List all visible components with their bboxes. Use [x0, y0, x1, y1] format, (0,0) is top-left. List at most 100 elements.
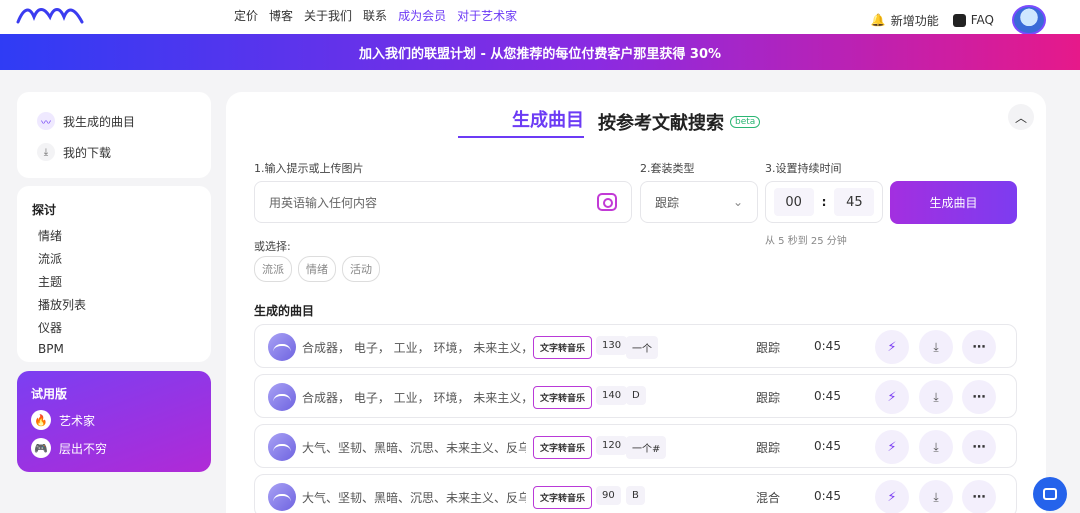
sidebar-item-endless[interactable]: 🎮 层出不穷	[31, 438, 197, 458]
generator-tabs: 生成曲目 按参考文献搜索 beta	[458, 106, 761, 138]
affiliate-banner[interactable]: 加入我们的联盟计划 - 从您推荐的每位付费客户那里获得 30%	[0, 34, 1080, 70]
type-label: 2.套装类型	[640, 162, 695, 175]
generator-panel: 生成曲目 按参考文献搜索 beta ︿ 1.输入提示或上传图片 2.套装类型 3…	[226, 92, 1046, 513]
preset-chips: 流派 情绪 活动	[254, 256, 380, 282]
wave-icon: 〰	[37, 112, 55, 130]
sidebar-explore: 探讨 情绪 流派 主题 播放列表 仪器 BPM	[17, 186, 211, 362]
download-icon[interactable]: ⤓	[919, 330, 953, 364]
track-key: B	[626, 486, 645, 505]
track-key: D	[626, 386, 646, 405]
tab-reference-search[interactable]: 按参考文献搜索 beta	[598, 109, 761, 135]
seconds-field[interactable]: 45	[834, 188, 875, 216]
generate-button[interactable]: 生成曲目	[890, 181, 1017, 224]
new-features-label: 新增功能	[890, 13, 939, 28]
track-tags: 大气、坚韧、黑暗、沉思、未来主义、反乌托邦	[302, 491, 526, 505]
sidebar-item-label: 我生成的曲目	[63, 114, 136, 129]
track-type: 跟踪	[756, 441, 781, 455]
duration-label: 3.设置持续时间	[765, 162, 842, 175]
track-type: 混合	[756, 491, 781, 505]
prompt-input[interactable]: 用英语输入任何内容	[254, 181, 632, 223]
nav-pricing[interactable]: 定价	[234, 7, 258, 24]
banner-text: 加入我们的联盟计划 - 从您推荐的每位付费客户那里获得 30%	[358, 46, 722, 62]
faq-label: FAQ	[970, 13, 994, 27]
nav-for-artists[interactable]: 对于艺术家	[457, 7, 517, 24]
lightning-icon[interactable]: ⚡	[875, 430, 909, 464]
sidebar-item-instrument[interactable]: 仪器	[38, 319, 196, 336]
generated-tracks-heading: 生成的曲目	[254, 304, 315, 318]
track-thumbnail[interactable]	[268, 483, 296, 511]
track-row[interactable]: 大气、坚韧、黑暗、沉思、未来主义、反乌托邦 文字转音乐 120 一个# 跟踪 0…	[254, 424, 1017, 468]
sidebar-item-my-tracks[interactable]: 〰 我生成的曲目	[37, 112, 191, 130]
type-select[interactable]: 跟踪 ⌄	[640, 181, 758, 223]
track-key: 一个	[626, 336, 658, 359]
new-features-link[interactable]: 🔔 新增功能	[871, 12, 939, 29]
track-bpm: 90	[596, 486, 621, 505]
camera-icon[interactable]	[597, 193, 617, 211]
sidebar-item-artist[interactable]: 🔥 艺术家	[31, 410, 197, 430]
track-key: 一个#	[626, 436, 667, 459]
sidebar-item-playlist[interactable]: 播放列表	[38, 296, 196, 313]
more-icon[interactable]: ⋯	[962, 330, 996, 364]
track-duration: 0:45	[814, 389, 841, 403]
download-icon[interactable]: ⤓	[919, 380, 953, 414]
faq-link[interactable]: FAQ	[952, 13, 994, 27]
track-thumbnail[interactable]	[268, 383, 296, 411]
track-type: 跟踪	[756, 341, 781, 355]
collapse-button[interactable]: ︿	[1008, 104, 1034, 130]
chip-mood[interactable]: 情绪	[298, 256, 336, 282]
nav-contact[interactable]: 联系	[363, 7, 387, 24]
chat-bubble-icon	[952, 13, 966, 27]
sidebar-item-mood[interactable]: 情绪	[38, 227, 196, 244]
avatar[interactable]	[1012, 5, 1046, 35]
main-nav: 定价 博客 关于我们 联系 成为会员 对于艺术家	[234, 7, 517, 24]
chat-support-button[interactable]	[1033, 477, 1067, 511]
chip-activity[interactable]: 活动	[342, 256, 380, 282]
download-icon[interactable]: ⤓	[919, 430, 953, 464]
time-separator: :	[821, 195, 827, 209]
lightning-icon[interactable]: ⚡	[875, 380, 909, 414]
sidebar-item-bpm[interactable]: BPM	[38, 342, 196, 356]
track-tags: 合成器， 电子， 工业， 环境， 未来主义， 严酷	[302, 391, 526, 405]
lightning-icon[interactable]: ⚡	[875, 330, 909, 364]
nav-about[interactable]: 关于我们	[304, 7, 352, 24]
top-nav: 定价 博客 关于我们 联系 成为会员 对于艺术家 🔔 新增功能 FAQ	[0, 0, 1080, 35]
sidebar-library: 〰 我生成的曲目 ⤓ 我的下载	[17, 92, 211, 178]
minutes-field[interactable]: 00	[773, 188, 814, 216]
chip-genre[interactable]: 流派	[254, 256, 292, 282]
track-thumbnail[interactable]	[268, 333, 296, 361]
sidebar-item-label: 层出不穷	[59, 441, 108, 456]
sidebar-trial: 试用版 🔥 艺术家 🎮 层出不穷	[17, 371, 211, 472]
bell-icon: 🔔	[870, 13, 886, 27]
sidebar-item-theme[interactable]: 主题	[38, 273, 196, 290]
beta-badge: beta	[730, 116, 761, 128]
track-bpm: 140	[596, 386, 628, 405]
sidebar-item-genre[interactable]: 流派	[38, 250, 196, 267]
track-source-badge: 文字转音乐	[533, 336, 593, 359]
download-icon[interactable]: ⤓	[919, 480, 953, 513]
nav-membership[interactable]: 成为会员	[398, 7, 446, 24]
brand-logo[interactable]	[16, 5, 84, 25]
chat-icon	[1043, 488, 1057, 500]
track-tags: 合成器， 电子， 工业， 环境， 未来主义， 严酷	[302, 341, 526, 355]
track-duration: 0:45	[814, 489, 841, 503]
more-icon[interactable]: ⋯	[962, 380, 996, 414]
duration-hint: 从 5 秒到 25 分钟	[765, 236, 847, 247]
tab-generate-track[interactable]: 生成曲目	[458, 106, 584, 138]
more-icon[interactable]: ⋯	[962, 480, 996, 513]
nav-blog[interactable]: 博客	[269, 7, 293, 24]
sidebar-item-label: 我的下载	[63, 145, 112, 160]
sidebar-item-downloads[interactable]: ⤓ 我的下载	[37, 143, 191, 161]
track-bpm: 130	[596, 336, 628, 355]
type-select-value: 跟踪	[655, 195, 680, 210]
gamepad-icon: 🎮	[31, 438, 51, 458]
track-row[interactable]: 大气、坚韧、黑暗、沉思、未来主义、反乌托邦 文字转音乐 90 B 混合 0:45…	[254, 474, 1017, 513]
more-icon[interactable]: ⋯	[962, 430, 996, 464]
track-tags: 大气、坚韧、黑暗、沉思、未来主义、反乌托邦	[302, 441, 526, 455]
track-row[interactable]: 合成器， 电子， 工业， 环境， 未来主义， 严酷 文字转音乐 130 一个 跟…	[254, 324, 1017, 368]
track-row[interactable]: 合成器， 电子， 工业， 环境， 未来主义， 严酷 文字转音乐 140 D 跟踪…	[254, 374, 1017, 418]
track-thumbnail[interactable]	[268, 433, 296, 461]
tab-reference-label: 按参考文献搜索	[598, 113, 724, 134]
lightning-icon[interactable]: ⚡	[875, 480, 909, 513]
chevron-down-icon: ⌄	[732, 195, 743, 209]
prompt-placeholder: 用英语输入任何内容	[269, 195, 378, 210]
